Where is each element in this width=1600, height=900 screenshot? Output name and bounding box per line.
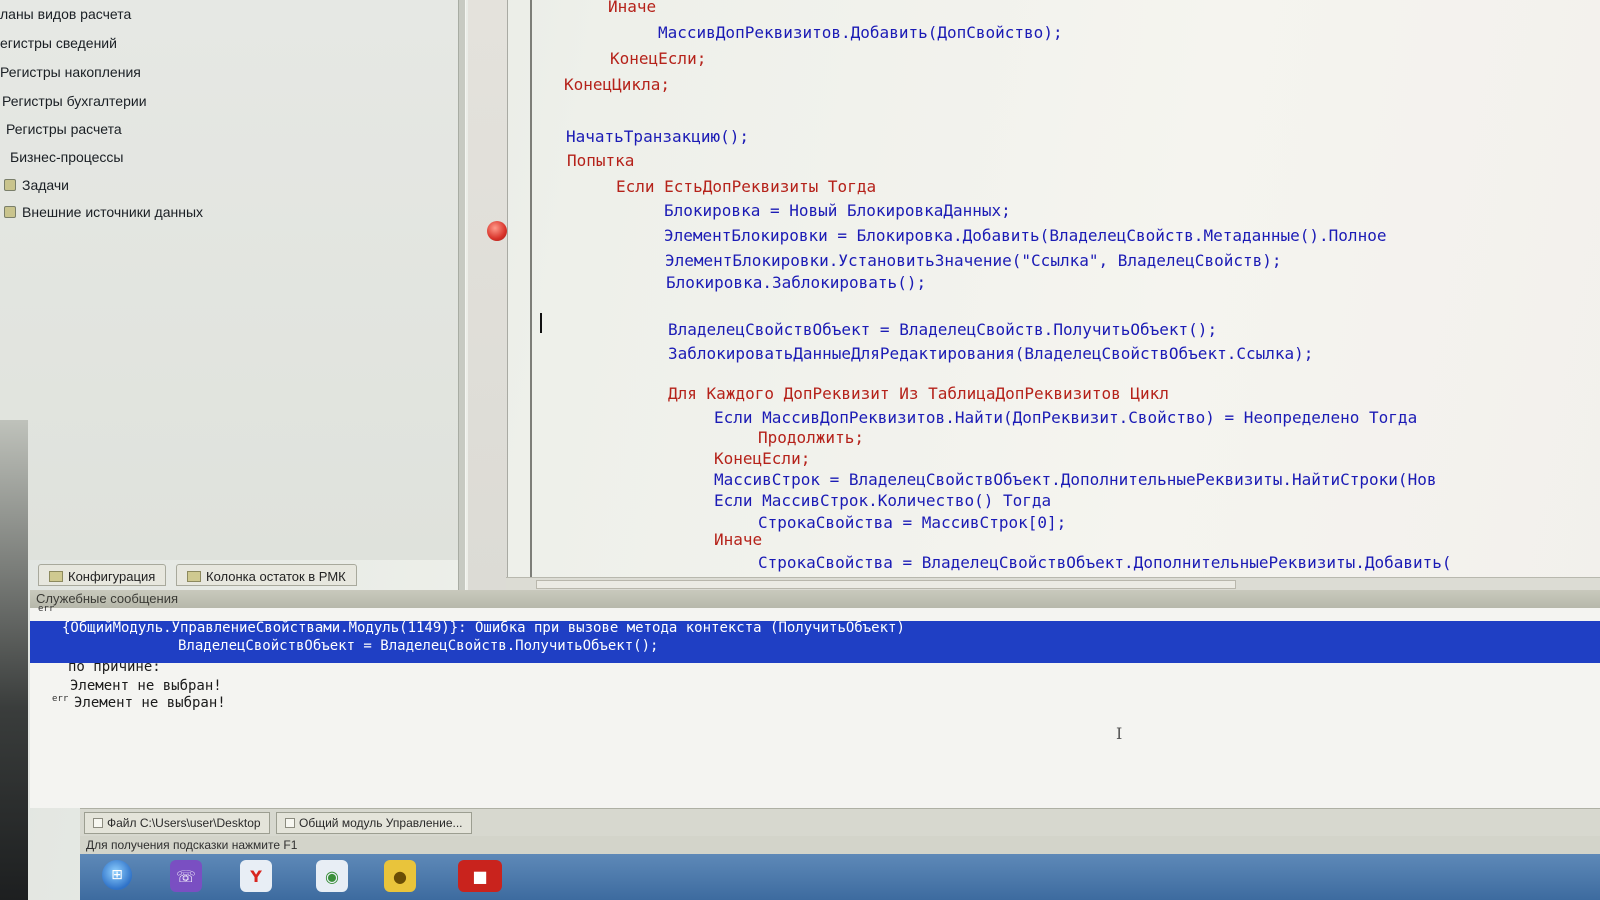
- app-icon: ■: [472, 866, 488, 886]
- screen-bezel-shadow: [0, 420, 28, 900]
- form-icon: [187, 571, 201, 582]
- code-line: ВладелецСвойствОбъект = ВладелецСвойств.…: [668, 320, 1218, 339]
- panel-splitter[interactable]: [458, 0, 466, 590]
- code-line: КонецЕсли;: [714, 449, 811, 468]
- code-line: Продолжить;: [758, 428, 864, 447]
- scrollbar-thumb[interactable]: [536, 580, 1236, 589]
- code-line: ЭлементБлокировки = Блокировка.Добавить(…: [664, 226, 1387, 245]
- taskbar-app-viber[interactable]: ☏: [170, 860, 202, 892]
- code-line: МассивСтрок = ВладелецСвойствОбъект.Допо…: [714, 470, 1437, 489]
- 1c-icon: ●: [393, 866, 407, 886]
- windows-logo-icon: ⊞: [111, 867, 123, 883]
- tree-item-label: егистры сведений: [0, 35, 117, 51]
- chrome-icon: ◉: [325, 866, 339, 886]
- tree-item-label: Регистры бухгалтерии: [2, 93, 147, 109]
- status-bar: Для получения подсказки нажмите F1: [80, 836, 1600, 854]
- breakpoint-gutter[interactable]: [468, 0, 508, 590]
- yandex-browser-icon: Y: [250, 866, 262, 886]
- message-code-line[interactable]: ВладелецСвойствОбъект = ВладелецСвойств.…: [178, 637, 658, 655]
- mouse-text-cursor-icon: I: [1116, 724, 1123, 743]
- tree-item-external-data-sources[interactable]: Внешние источники данных: [4, 204, 203, 220]
- code-line: КонецЕсли;: [610, 49, 707, 68]
- configuration-icon: [49, 571, 63, 582]
- message-not-selected[interactable]: Элемент не выбран!: [74, 694, 226, 712]
- breakpoint-icon[interactable]: [487, 221, 507, 241]
- message-not-selected[interactable]: Элемент не выбран!: [70, 677, 222, 695]
- tree-item-label: Задачи: [22, 177, 70, 193]
- left-panel-tabs: Конфигурация Колонка остаток в РМК: [30, 560, 470, 588]
- configuration-tree: ланы видов расчета егистры сведений Реги…: [0, 0, 460, 560]
- module-icon: [285, 818, 295, 828]
- viber-icon: ☏: [175, 866, 196, 886]
- code-line: СтрокаСвойства = ВладелецСвойствОбъект.Д…: [758, 553, 1452, 572]
- code-line: ЗаблокироватьДанныеДляРедактирования(Вла…: [668, 344, 1314, 363]
- code-line: Блокировка.Заблокировать();: [666, 273, 927, 292]
- tree-item-accumulation-registers[interactable]: Регистры накопления: [0, 64, 141, 80]
- window-tab-file[interactable]: Файл C:\Users\user\Desktop: [84, 812, 270, 834]
- error-icon: err: [52, 694, 69, 704]
- tree-item-calc-type-plans[interactable]: ланы видов расчета: [0, 6, 131, 22]
- tab-label: Колонка остаток в РМК: [206, 569, 346, 584]
- code-line: Для Каждого ДопРеквизит Из ТаблицаДопРек…: [668, 384, 1169, 403]
- tree-item-label: Бизнес-процессы: [10, 149, 124, 165]
- tab-configuration[interactable]: Конфигурация: [38, 564, 167, 586]
- window-tabs-bar: Файл C:\Users\user\Desktop Общий модуль …: [80, 808, 1600, 836]
- code-line: МассивДопРеквизитов.Добавить(ДопСвойство…: [658, 23, 1063, 42]
- window-tab-module[interactable]: Общий модуль Управление...: [276, 812, 472, 834]
- code-line: Иначе: [608, 0, 657, 16]
- taskbar-app-red[interactable]: ■: [458, 860, 502, 892]
- tree-item-label: Внешние источники данных: [22, 204, 204, 220]
- message-error-location[interactable]: {ОбщийМодуль.УправлениеСвойствами.Модуль…: [62, 619, 905, 637]
- code-line: СтрокаСвойства = МассивСтрок[0];: [758, 513, 1067, 532]
- start-button[interactable]: ⊞: [102, 860, 132, 890]
- tree-item-label: Регистры накопления: [0, 64, 141, 80]
- code-line: Если ЕстьДопРеквизиты Тогда: [616, 177, 877, 196]
- code-line: Блокировка = Новый БлокировкаДанных;: [664, 201, 1011, 220]
- windows-taskbar: ⊞ ☏ Y ◉ ● ■: [80, 854, 1600, 900]
- code-line: ЭлементБлокировки.УстановитьЗначение("Сс…: [665, 251, 1282, 270]
- code-editor[interactable]: Иначе МассивДопРеквизитов.Добавить(ДопСв…: [534, 0, 1600, 585]
- taskbar-app-yandex-browser[interactable]: Y: [240, 860, 272, 892]
- error-icon: err: [38, 604, 55, 614]
- messages-panel-header: Служебные сообщения: [30, 590, 1600, 608]
- tree-item-tasks[interactable]: Задачи: [4, 177, 69, 193]
- window-tab-label: Файл C:\Users\user\Desktop: [107, 816, 261, 830]
- tree-item-accounting-registers[interactable]: Регистры бухгалтерии: [2, 93, 147, 109]
- taskbar-app-1c[interactable]: ●: [384, 860, 416, 892]
- code-divider: [530, 0, 532, 585]
- tab-label: Конфигурация: [68, 569, 156, 584]
- tree-item-label: Регистры расчета: [6, 121, 122, 137]
- code-line: КонецЦикла;: [564, 75, 670, 94]
- code-line: Если МассивСтрок.Количество() Тогда: [714, 491, 1052, 510]
- message-reason[interactable]: по причине:: [68, 658, 161, 676]
- taskbar-app-chrome[interactable]: ◉: [316, 860, 348, 892]
- tree-item-label: ланы видов расчета: [0, 6, 132, 22]
- code-line: Если МассивДопРеквизитов.Найти(ДопРеквиз…: [714, 408, 1418, 427]
- code-line: Попытка: [567, 151, 635, 170]
- external-data-sources-icon: [4, 206, 16, 218]
- file-icon: [93, 818, 103, 828]
- tab-rmk-column[interactable]: Колонка остаток в РМК: [176, 564, 357, 586]
- tree-item-calculation-registers[interactable]: Регистры расчета: [6, 121, 122, 137]
- code-line: Иначе: [714, 530, 763, 549]
- tree-item-info-registers[interactable]: егистры сведений: [0, 35, 117, 51]
- tasks-icon: [4, 179, 16, 191]
- tree-item-business-processes[interactable]: Бизнес-процессы: [10, 149, 123, 165]
- editor-horizontal-scrollbar[interactable]: [506, 577, 1600, 591]
- window-tab-label: Общий модуль Управление...: [299, 816, 463, 830]
- code-line: НачатьТранзакцию();: [566, 127, 750, 146]
